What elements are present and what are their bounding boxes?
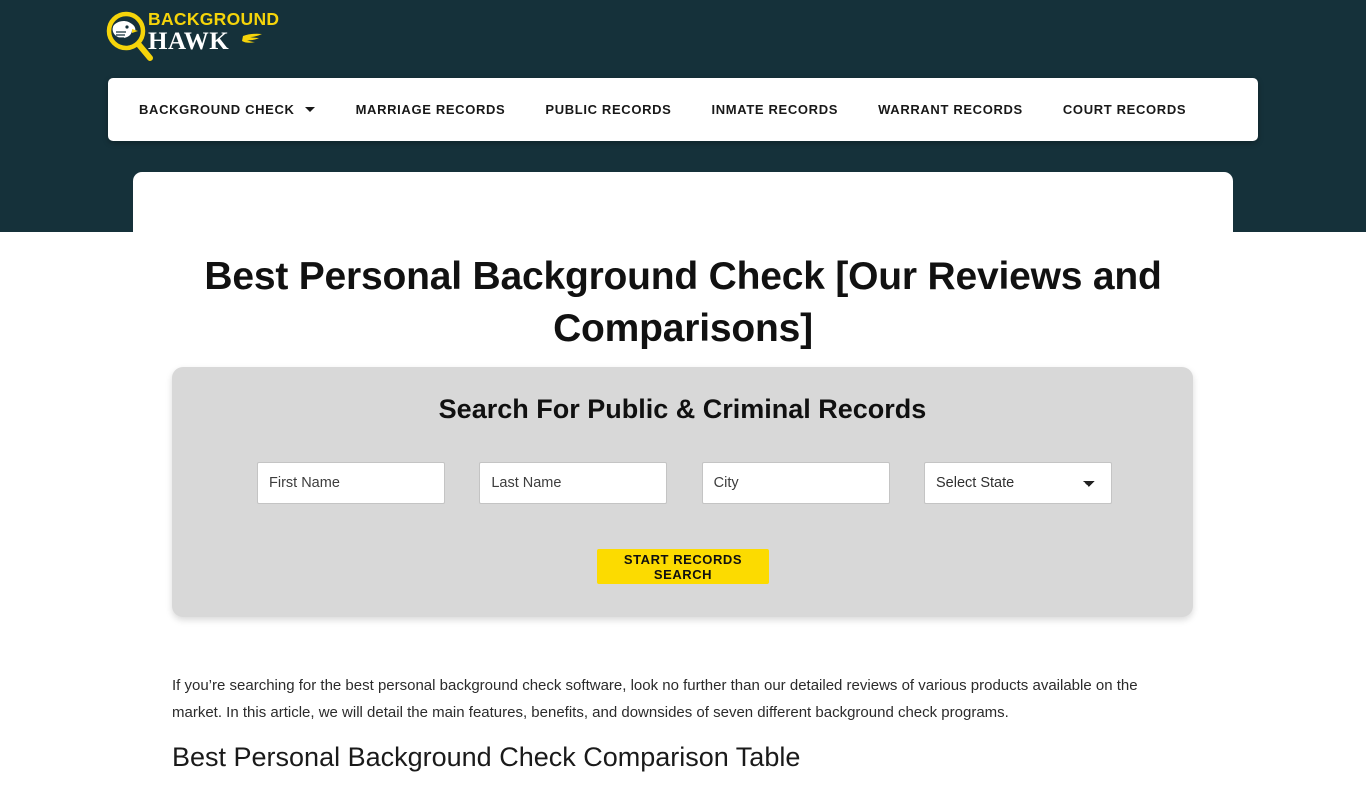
search-panel-heading: Search For Public & Criminal Records	[438, 394, 927, 424]
comparison-table-heading: Best Personal Background Check Compariso…	[172, 742, 801, 773]
state-select[interactable]: Select State	[923, 462, 1112, 504]
logo-line-hawk: HAWK	[148, 28, 230, 55]
nav-item-label: PUBLIC RECORDS	[545, 102, 672, 117]
nav-item-court-records[interactable]: COURT RECORDS	[1063, 102, 1186, 117]
wing-flourish-icon	[242, 32, 264, 46]
content-card: Best Personal Background Check [Our Revi…	[133, 172, 1233, 792]
logo-wordmark: BACKGROUND HAWK	[148, 10, 398, 62]
nav-item-label: COURT RECORDS	[1062, 102, 1187, 117]
nav-item-label: INMATE RECORDS	[711, 102, 839, 117]
page-title: Best Personal Background Check [Our Revi…	[204, 255, 1162, 351]
start-records-search-button[interactable]: START RECORDS SEARCH	[597, 549, 769, 584]
site-logo[interactable]: BACKGROUND HAWK	[105, 6, 405, 68]
nav-item-warrant-records[interactable]: WARRANT RECORDS	[878, 102, 1023, 117]
main-navigation: BACKGROUND CHECK MARRIAGE RECORDS PUBLIC…	[108, 78, 1258, 141]
records-search-panel: Search For Public & Criminal Records Sel…	[172, 367, 1193, 617]
nav-item-label: WARRANT RECORDS	[878, 102, 1023, 117]
first-name-input[interactable]	[257, 462, 445, 504]
nav-item-public-records[interactable]: PUBLIC RECORDS	[545, 102, 671, 117]
nav-item-label: MARRIAGE RECORDS	[355, 102, 506, 117]
logo-line-background: BACKGROUND	[148, 9, 280, 29]
nav-item-marriage-records[interactable]: MARRIAGE RECORDS	[356, 102, 506, 117]
search-fields-row: Select State	[257, 462, 1112, 504]
nav-item-background-check[interactable]: BACKGROUND CHECK	[139, 102, 315, 117]
chevron-down-icon	[304, 107, 315, 112]
last-name-input[interactable]	[479, 462, 668, 504]
intro-paragraph: If you’re searching for the best persona…	[172, 677, 1138, 721]
city-input[interactable]	[701, 462, 890, 504]
nav-item-inmate-records[interactable]: INMATE RECORDS	[711, 102, 838, 117]
nav-item-label: BACKGROUND CHECK	[139, 102, 295, 117]
